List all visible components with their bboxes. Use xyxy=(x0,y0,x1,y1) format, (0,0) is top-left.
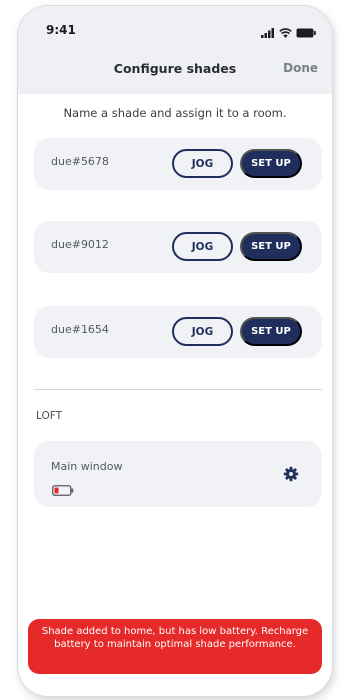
gear-icon[interactable] xyxy=(283,466,299,486)
shade-card: due#9012 JOG SET UP xyxy=(34,221,322,273)
shade-name: due#9012 xyxy=(51,238,109,251)
top-bar: 9:41 Configure shades Done xyxy=(18,6,332,94)
status-time: 9:41 xyxy=(46,23,76,37)
status-icons xyxy=(261,23,316,42)
instruction-text: Name a shade and assign it to a room. xyxy=(63,106,287,120)
jog-button[interactable]: JOG xyxy=(172,149,233,178)
section-divider xyxy=(34,389,322,390)
shade-name: due#1654 xyxy=(51,323,109,336)
shade-name: due#5678 xyxy=(51,155,109,168)
room-section-label: LOFT xyxy=(36,410,63,422)
battery-icon xyxy=(296,23,316,42)
jog-button[interactable]: JOG xyxy=(172,317,233,346)
phone-frame: 9:41 Configure shades Done Name a shade … xyxy=(18,6,332,696)
cellular-signal-icon xyxy=(261,23,275,42)
wifi-icon xyxy=(279,23,292,42)
set-up-button[interactable]: SET UP xyxy=(240,149,302,178)
done-button[interactable]: Done xyxy=(283,61,318,75)
set-up-button[interactable]: SET UP xyxy=(240,232,302,261)
room-shade-card[interactable]: Main window xyxy=(34,441,322,507)
set-up-button[interactable]: SET UP xyxy=(240,317,302,346)
room-shade-name: Main window xyxy=(51,460,123,473)
low-battery-alert: Shade added to home, but has low battery… xyxy=(28,619,322,674)
jog-button[interactable]: JOG xyxy=(172,232,233,261)
shade-card: due#5678 JOG SET UP xyxy=(34,138,322,190)
shade-card: due#1654 JOG SET UP xyxy=(34,306,322,358)
low-battery-icon xyxy=(52,481,74,500)
